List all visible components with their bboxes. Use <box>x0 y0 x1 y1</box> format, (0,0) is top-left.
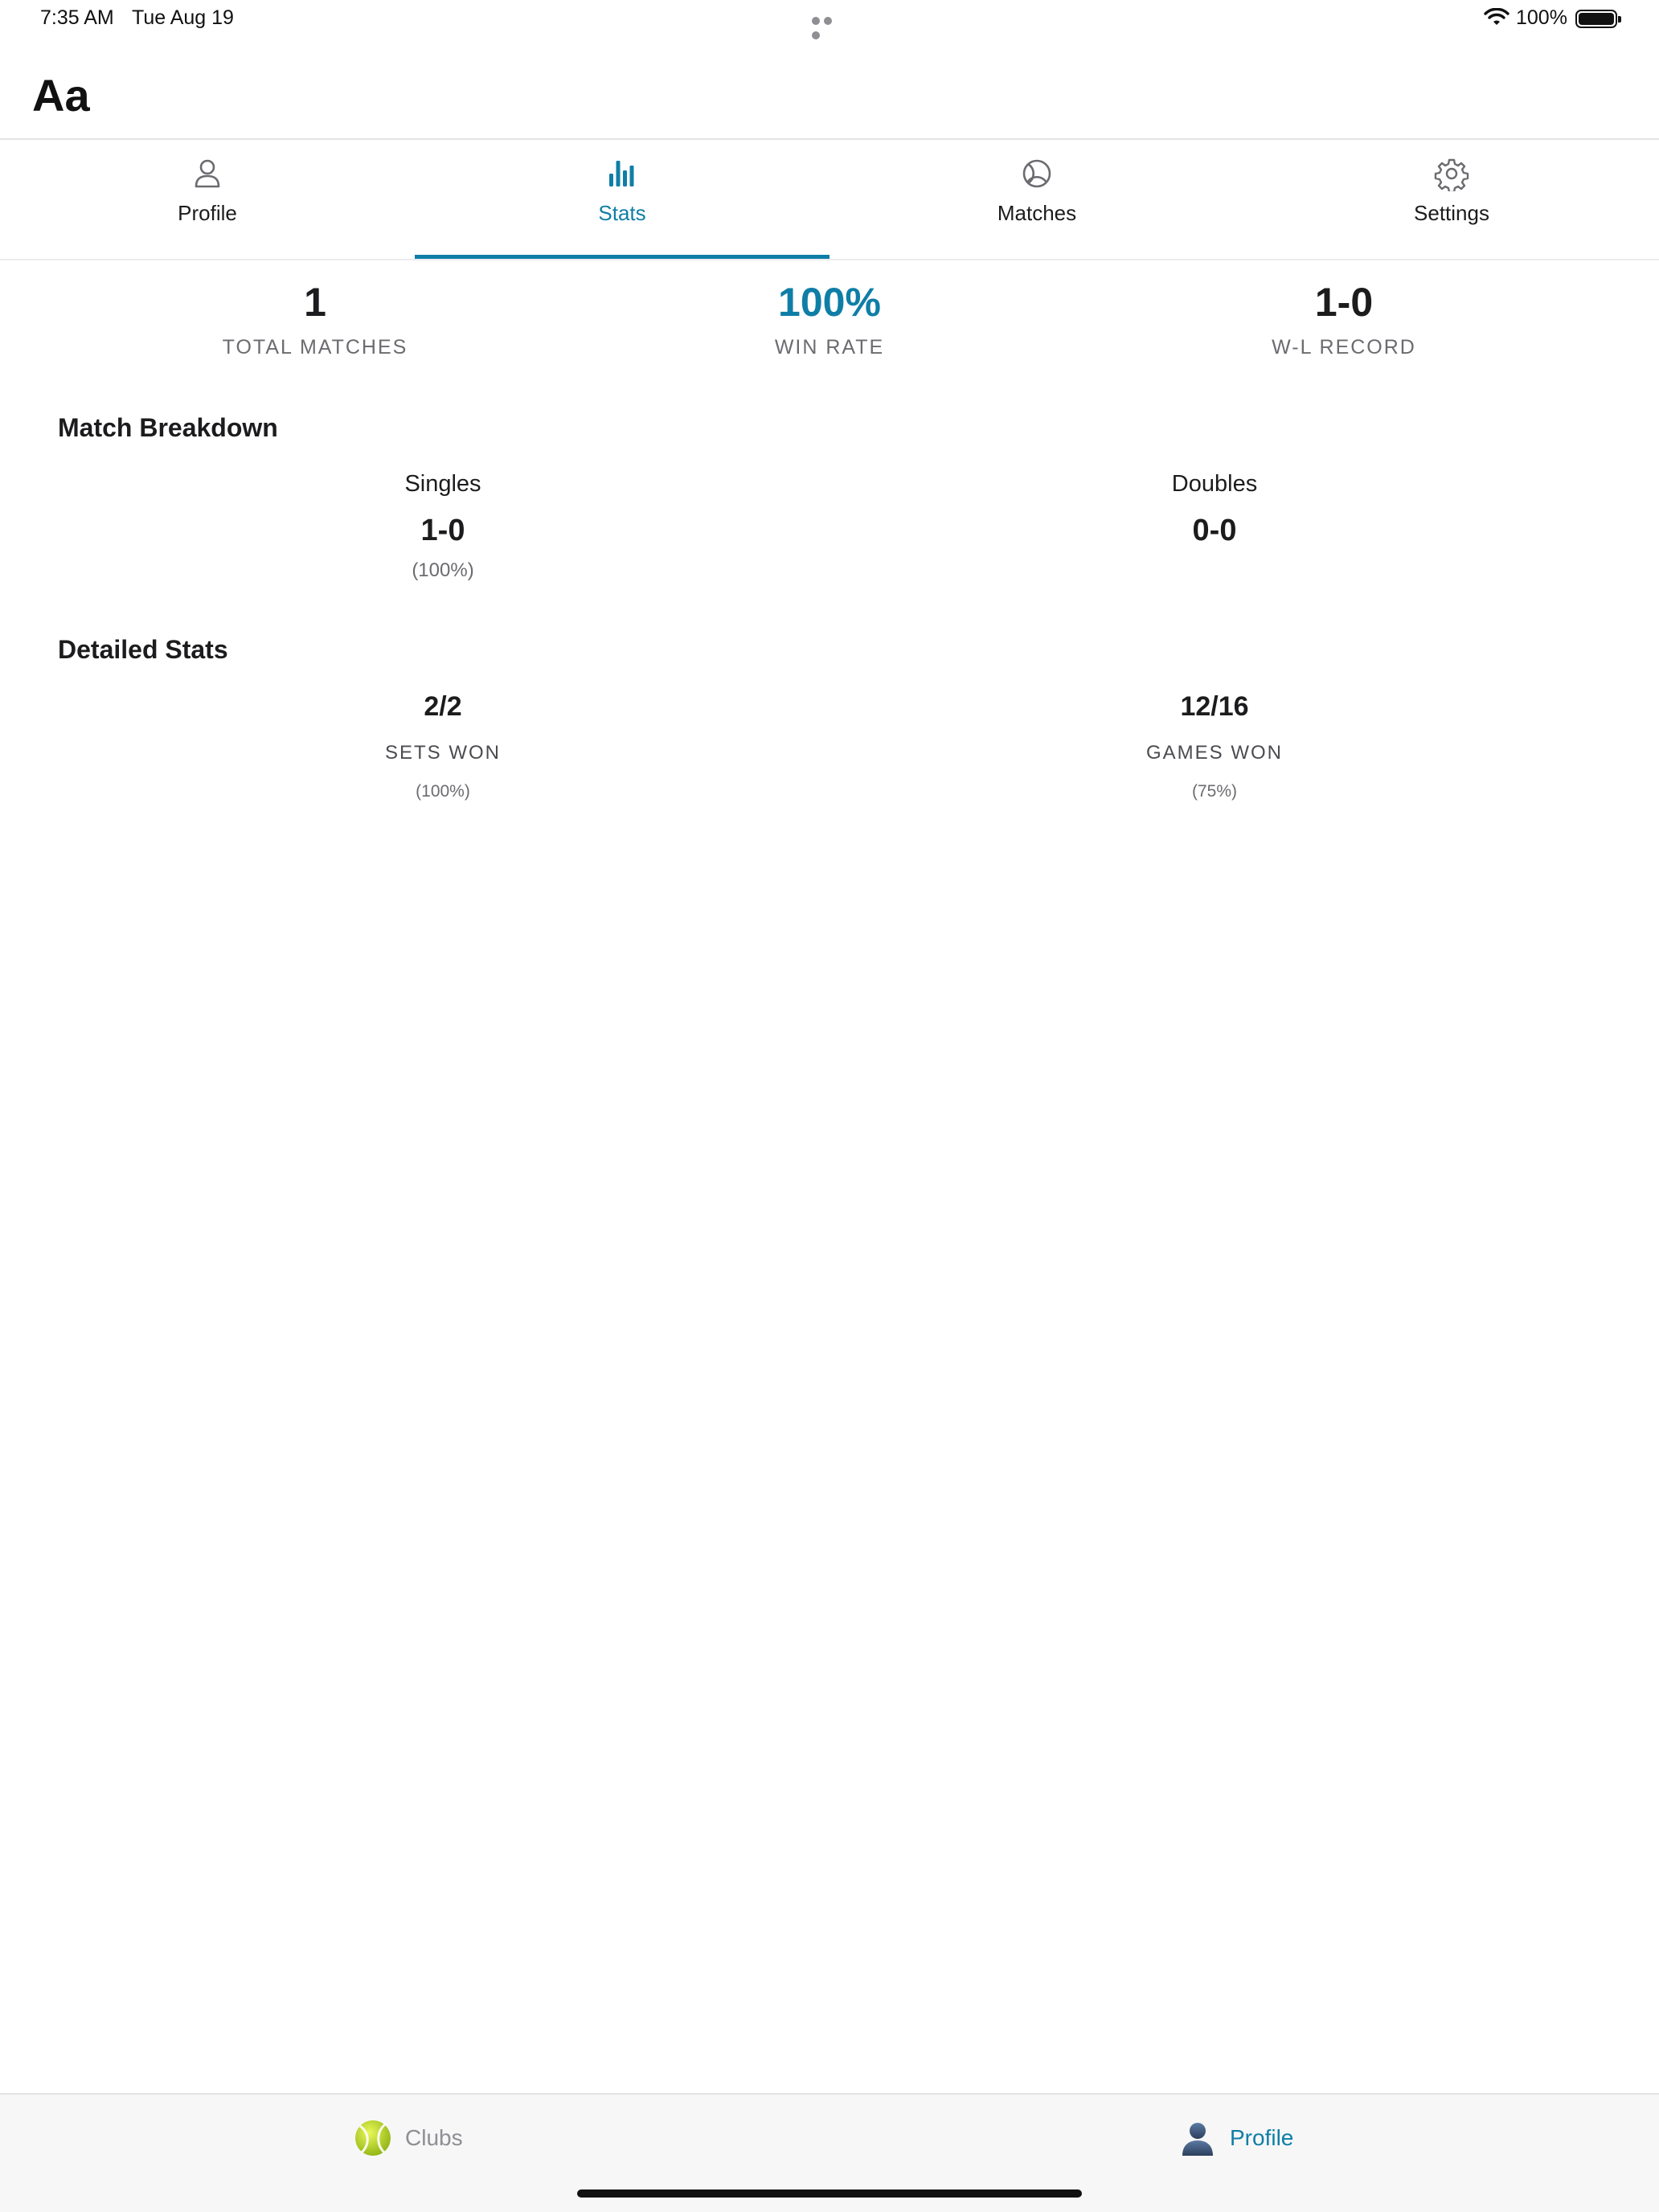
games-won-value: 12/16 <box>1180 691 1249 722</box>
sets-won-value: 2/2 <box>424 691 462 722</box>
sets-won-label: SETS WON <box>384 742 501 764</box>
win-rate-stat: 100% WIN RATE <box>572 273 1087 359</box>
wifi-icon <box>1484 8 1509 25</box>
bottom-tab-profile[interactable]: Profile <box>1178 2116 1293 2161</box>
status-time: 7:35 AM <box>40 6 114 29</box>
battery-percent: 100% <box>1516 6 1567 29</box>
games-won-stat: 12/16 GAMES WON (75%) <box>973 691 1456 801</box>
total-matches-value: 1 <box>304 280 326 325</box>
singles-percent: (100%) <box>412 559 474 581</box>
person-icon <box>195 159 220 188</box>
home-indicator[interactable] <box>577 2189 1082 2198</box>
win-rate-label: WIN RATE <box>774 336 885 358</box>
bottom-tab-clubs[interactable]: Clubs <box>354 2116 463 2161</box>
tab-matches[interactable]: Matches <box>830 140 1244 259</box>
record-label: W-L RECORD <box>1272 336 1416 358</box>
match-breakdown-title: Match Breakdown <box>58 413 278 442</box>
singles-label: Singles <box>404 471 481 497</box>
tennis-ball-icon <box>355 2120 391 2156</box>
tennis-ball-icon <box>1022 159 1051 188</box>
games-won-percent: (75%) <box>1191 782 1238 801</box>
tabs-divider <box>0 259 1659 260</box>
doubles-record: 0-0 <box>1192 514 1237 547</box>
tab-settings[interactable]: Settings <box>1244 140 1659 259</box>
detailed-stats-title: Detailed Stats <box>58 635 228 664</box>
battery-fill <box>1579 13 1614 25</box>
doubles-breakdown: Doubles 0-0 <box>973 471 1456 548</box>
tab-label: Profile <box>178 201 237 225</box>
tab-stats[interactable]: Stats <box>415 140 830 259</box>
singles-record: 1-0 <box>420 514 465 547</box>
bar-chart-icon <box>609 161 634 186</box>
total-matches-label: TOTAL MATCHES <box>222 336 408 358</box>
tab-bar: Profile Stats Matches Settings <box>0 140 1659 259</box>
page-title: Aa <box>32 70 90 121</box>
bottom-tab-label: Profile <box>1230 2125 1294 2150</box>
record-value: 1-0 <box>1314 280 1374 325</box>
sets-won-stat: 2/2 SETS WON (100%) <box>202 691 684 801</box>
sets-won-percent: (100%) <box>416 782 470 801</box>
status-date: Tue Aug 19 <box>132 6 234 29</box>
battery-icon <box>1575 10 1621 28</box>
multitasking-dots-icon[interactable] <box>812 14 847 39</box>
user-silhouette-icon <box>1182 2123 1213 2156</box>
record-stat: 1-0 W-L RECORD <box>1087 273 1601 359</box>
bottom-tab-label: Clubs <box>405 2125 463 2150</box>
summary-stats: 1 TOTAL MATCHES 100% WIN RATE 1-0 W-L RE… <box>0 273 1659 378</box>
status-bar: 7:35 AM Tue Aug 19 100% <box>0 0 1659 39</box>
total-matches-stat: 1 TOTAL MATCHES <box>58 273 572 359</box>
win-rate-value: 100% <box>778 280 881 325</box>
doubles-label: Doubles <box>1171 471 1258 497</box>
singles-breakdown: Singles 1-0 (100%) <box>202 471 684 582</box>
tab-label: Stats <box>598 201 646 225</box>
gear-icon <box>1434 158 1469 191</box>
tab-profile[interactable]: Profile <box>0 140 415 259</box>
tab-label: Settings <box>1414 201 1489 225</box>
games-won-label: GAMES WON <box>1145 742 1283 764</box>
tab-label: Matches <box>997 201 1077 225</box>
